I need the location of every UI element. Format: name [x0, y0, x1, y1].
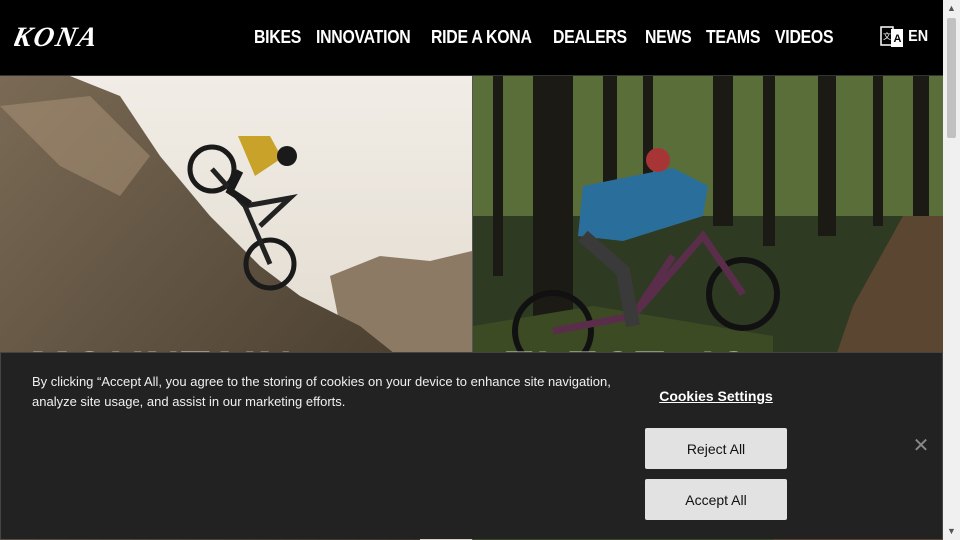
page-scrollbar[interactable]: ▲ ▼ [943, 0, 960, 540]
nav-videos[interactable]: VIDEOS [775, 27, 834, 48]
close-icon[interactable]: ✕ [911, 433, 931, 458]
nav-bikes[interactable]: BIKES [254, 27, 301, 48]
nav-ride-a-kona[interactable]: RIDE A KONA [431, 27, 532, 48]
cookie-banner: By clicking “Accept All, you agree to th… [0, 352, 943, 539]
nav-innovation[interactable]: INNOVATION [316, 27, 411, 48]
language-label: EN [908, 28, 929, 45]
nav-dealers[interactable]: DEALERS [553, 27, 627, 48]
language-selector[interactable]: A 文 EN [880, 25, 929, 49]
translate-icon: A 文 [880, 26, 903, 47]
scroll-thumb[interactable] [947, 18, 956, 138]
scroll-up-icon[interactable]: ▲ [943, 0, 960, 17]
svg-text:文: 文 [883, 31, 891, 41]
site-header: KONA BIKES INNOVATION RIDE A KONA DEALER… [0, 0, 943, 76]
nav-news[interactable]: NEWS [645, 27, 692, 48]
scroll-down-icon[interactable]: ▼ [943, 523, 960, 540]
reject-all-button[interactable]: Reject All [645, 428, 787, 469]
cookies-settings-link[interactable]: Cookies Settings [645, 388, 787, 404]
cookie-message: By clicking “Accept All, you agree to th… [32, 374, 611, 409]
svg-text:KONA: KONA [14, 24, 102, 50]
kona-logo[interactable]: KONA [14, 24, 166, 50]
accept-all-button[interactable]: Accept All [645, 479, 787, 520]
svg-text:A: A [894, 33, 902, 45]
main-nav: BIKES INNOVATION RIDE A KONA DEALERS NEW… [254, 0, 834, 75]
nav-teams[interactable]: TEAMS [706, 27, 760, 48]
